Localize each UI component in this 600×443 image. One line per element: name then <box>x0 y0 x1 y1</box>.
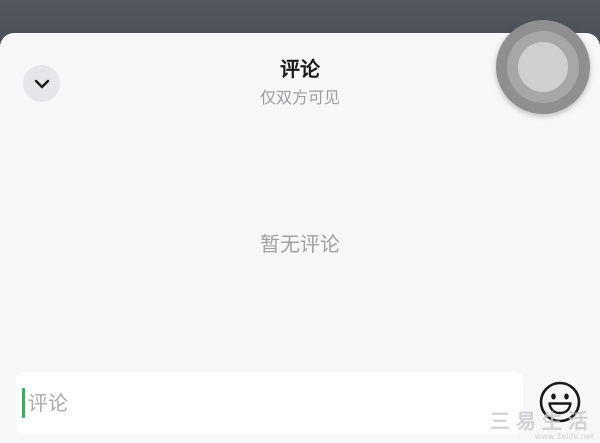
empty-state-text: 暂无评论 <box>260 232 340 256</box>
text-caret <box>22 388 25 418</box>
watermark: 三易生活 www.3elife.net <box>490 410 594 441</box>
comment-input-container[interactable] <box>16 372 523 434</box>
watermark-logo: 三易生活 <box>490 409 594 433</box>
watermark-url: www.3elife.net <box>534 432 594 441</box>
assistive-touch-inner <box>518 42 568 92</box>
assistive-touch-button[interactable] <box>496 20 590 114</box>
comment-input[interactable] <box>28 372 508 434</box>
